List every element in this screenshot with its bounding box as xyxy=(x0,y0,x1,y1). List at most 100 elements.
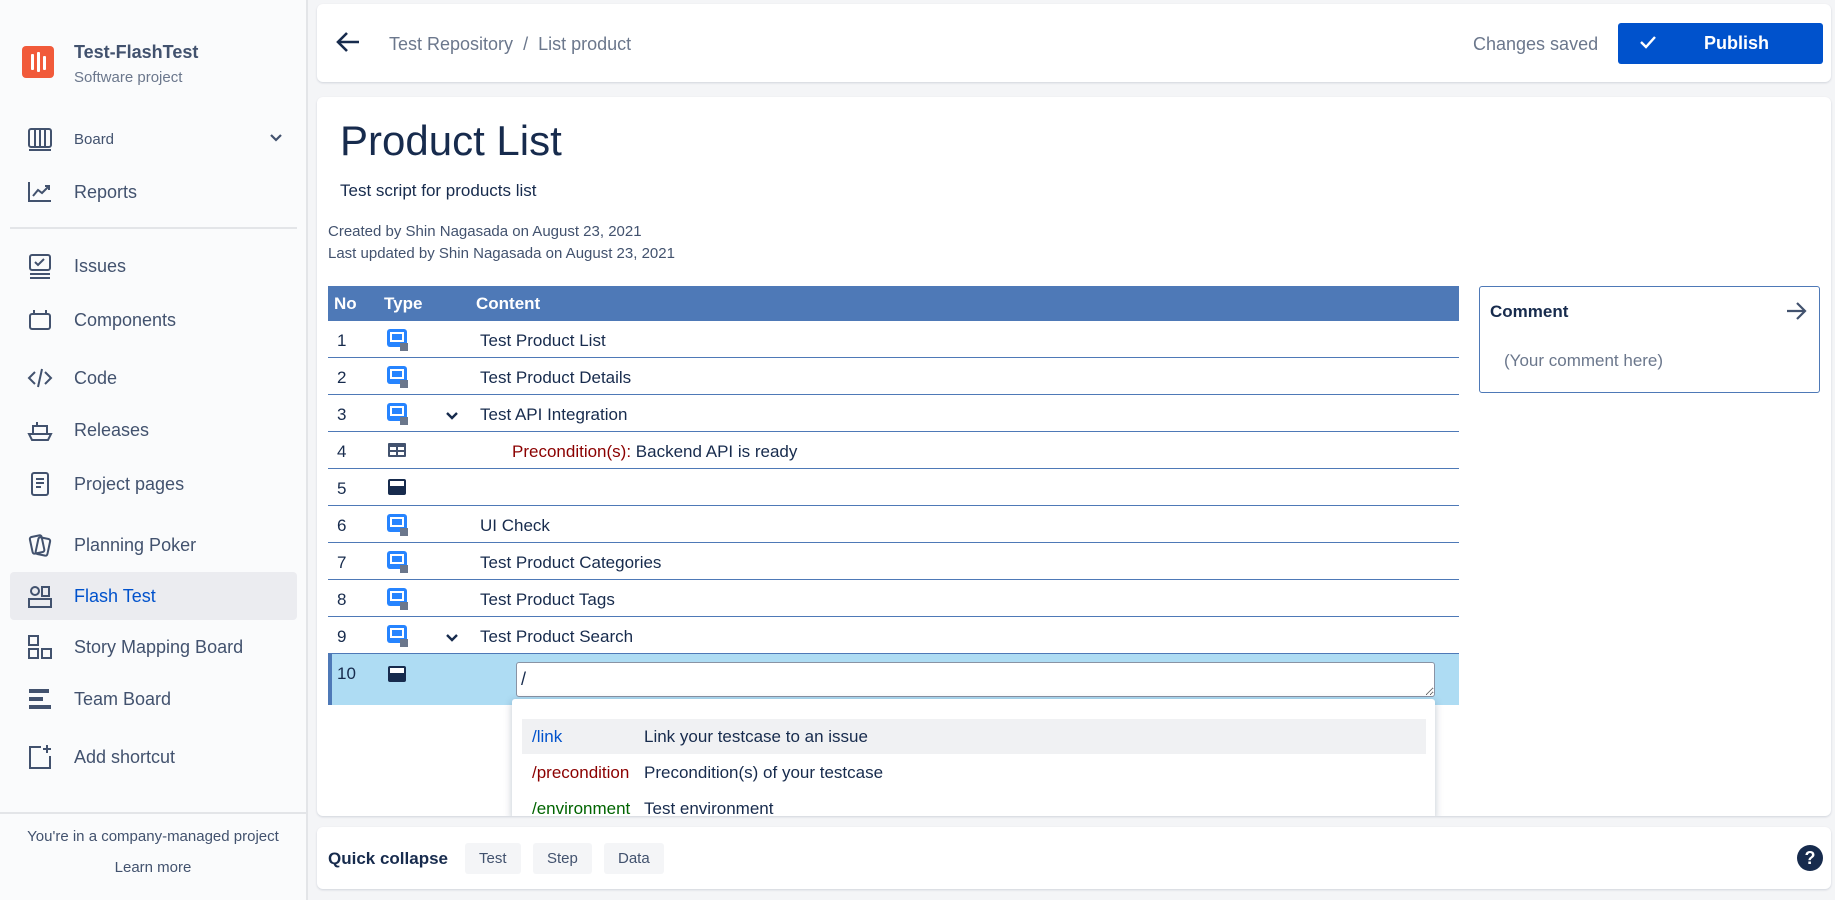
table-header: No Type Content xyxy=(328,286,1459,321)
reports-icon xyxy=(26,179,54,205)
sidebar-item-label: Issues xyxy=(74,255,127,276)
row-number: 3 xyxy=(337,405,347,424)
sidebar-footer: You're in a company-managed project Lear… xyxy=(0,812,306,900)
comment-panel: Comment (Your comment here) xyxy=(1479,286,1820,393)
quick-collapse-label: Quick collapse xyxy=(328,849,448,868)
row-number: 4 xyxy=(337,442,347,461)
header-bar: Test Repository / List product Changes sav… xyxy=(317,4,1831,82)
row-number: 5 xyxy=(337,479,347,498)
row-number: 7 xyxy=(337,553,347,572)
test-case-icon xyxy=(386,328,410,357)
chevron-down-icon[interactable] xyxy=(445,629,459,649)
sidebar-item-flash-test[interactable]: Flash Test xyxy=(10,572,297,620)
suggestion-link[interactable]: /link Link your testcase to an issue xyxy=(522,719,1426,754)
table-row[interactable]: 2 Test Product Details xyxy=(328,358,1459,395)
sidebar-item-label: Components xyxy=(74,309,177,330)
chevron-down-icon[interactable] xyxy=(445,407,459,427)
test-case-icon xyxy=(386,550,410,579)
created-info: Created by Shin Nagasada on August 23, 2… xyxy=(328,223,642,240)
comment-title: Comment xyxy=(1490,302,1569,321)
test-steps-table: No Type Content 1 Test Product List 2 Te… xyxy=(328,286,1459,705)
table-row[interactable]: 8 Test Product Tags xyxy=(328,580,1459,617)
chevron-down-icon[interactable] xyxy=(269,129,283,150)
suggestion-precondition[interactable]: /precondition Precondition(s) of your te… xyxy=(522,755,1426,790)
project-logo-icon xyxy=(22,46,54,78)
page-title[interactable]: Product List xyxy=(340,117,562,165)
suggestion-description: Test environment xyxy=(644,798,774,817)
learn-more-link[interactable]: Learn more xyxy=(0,859,306,876)
collapse-test-button[interactable]: Test xyxy=(465,843,521,874)
command-suggestions: /link Link your testcase to an issue /pr… xyxy=(512,699,1435,816)
row-content: Test Product List xyxy=(480,331,606,350)
table-row[interactable]: 1 Test Product List xyxy=(328,321,1459,358)
table-row[interactable]: 6 UI Check xyxy=(328,506,1459,543)
sidebar-item-team-board[interactable]: Team Board xyxy=(10,675,297,723)
comment-input[interactable]: (Your comment here) xyxy=(1504,351,1663,371)
save-status: Changes saved xyxy=(1473,34,1599,54)
releases-icon xyxy=(26,417,54,443)
row-content: Test Product Search xyxy=(480,627,634,646)
arrow-right-icon[interactable] xyxy=(1785,301,1807,326)
table-row-selected[interactable]: 10 / xyxy=(328,654,1459,705)
add-shortcut-icon xyxy=(26,744,54,770)
step-editor-input[interactable]: / xyxy=(516,662,1435,697)
table-row[interactable]: 7 Test Product Categories xyxy=(328,543,1459,580)
test-case-icon xyxy=(386,624,410,653)
company-managed-text: You're in a company-managed project xyxy=(27,828,279,845)
sidebar-item-label: Story Mapping Board xyxy=(74,636,244,657)
components-icon xyxy=(26,307,54,333)
row-content: Test Product Details xyxy=(480,368,632,387)
test-case-icon xyxy=(386,587,410,616)
sidebar-item-label: Board xyxy=(74,130,115,148)
row-content: Precondition(s): Backend API is ready xyxy=(512,442,797,462)
help-icon[interactable]: ? xyxy=(1797,845,1823,871)
back-arrow-icon[interactable] xyxy=(335,30,361,59)
sidebar-item-reports[interactable]: Reports xyxy=(10,168,297,216)
breadcrumb-list-product[interactable]: List product xyxy=(538,34,631,54)
project-header[interactable]: Test-FlashTest Software project xyxy=(22,42,198,86)
collapse-step-button[interactable]: Step xyxy=(533,843,592,874)
sidebar-item-add-shortcut[interactable]: Add shortcut xyxy=(10,733,297,781)
column-header-no: No xyxy=(334,294,357,313)
precondition-text: Backend API is ready xyxy=(635,442,798,461)
suggestion-command: /precondition xyxy=(532,762,630,782)
publish-button[interactable]: Publish xyxy=(1618,23,1823,64)
suggestion-environment[interactable]: /environment Test environment xyxy=(522,791,1426,817)
main-panel: Product List Test script for products li… xyxy=(317,97,1831,816)
sidebar-item-planning-poker[interactable]: Planning Poker xyxy=(10,521,297,569)
row-content: Test Product Categories xyxy=(480,553,662,572)
step-icon xyxy=(386,476,408,503)
row-content: Test API Integration xyxy=(480,405,628,424)
row-number: 2 xyxy=(337,368,347,387)
suggestion-description: Precondition(s) of your testcase xyxy=(644,762,884,782)
column-header-content: Content xyxy=(476,294,541,313)
breadcrumb-test-repository[interactable]: Test Repository xyxy=(389,34,513,54)
sidebar-item-label: Flash Test xyxy=(74,585,156,606)
project-type: Software project xyxy=(74,69,183,86)
sidebar-item-releases[interactable]: Releases xyxy=(10,406,297,454)
code-icon xyxy=(26,365,54,391)
sidebar-item-board[interactable]: Board xyxy=(10,115,297,163)
sidebar-item-label: Code xyxy=(74,367,118,388)
table-row[interactable]: 3 Test API Integration xyxy=(328,395,1459,432)
sidebar-item-label: Releases xyxy=(74,419,150,440)
row-content: Test Product Tags xyxy=(480,590,615,609)
collapse-data-button[interactable]: Data xyxy=(604,843,664,874)
flash-test-icon xyxy=(26,583,54,609)
sidebar-divider xyxy=(10,227,297,229)
sidebar-item-components[interactable]: Components xyxy=(10,296,297,344)
page-description[interactable]: Test script for products list xyxy=(340,181,537,201)
table-row[interactable]: 9 Test Product Search xyxy=(328,617,1459,654)
table-row[interactable]: 5 xyxy=(328,469,1459,506)
suggestion-command: /environment xyxy=(532,798,631,817)
sidebar-item-label: Reports xyxy=(74,181,138,202)
sidebar-item-issues[interactable]: Issues xyxy=(10,242,297,290)
sidebar-item-code[interactable]: Code xyxy=(10,354,297,402)
precondition-label: Precondition(s): xyxy=(512,442,632,461)
test-case-icon xyxy=(386,402,410,431)
row-number: 9 xyxy=(337,627,347,646)
table-row[interactable]: 4 Precondition(s): Backend API is ready xyxy=(328,432,1459,469)
sidebar-item-label: Planning Poker xyxy=(74,534,197,555)
sidebar-item-project-pages[interactable]: Project pages xyxy=(10,460,297,508)
sidebar-item-story-mapping-board[interactable]: Story Mapping Board xyxy=(10,623,297,671)
